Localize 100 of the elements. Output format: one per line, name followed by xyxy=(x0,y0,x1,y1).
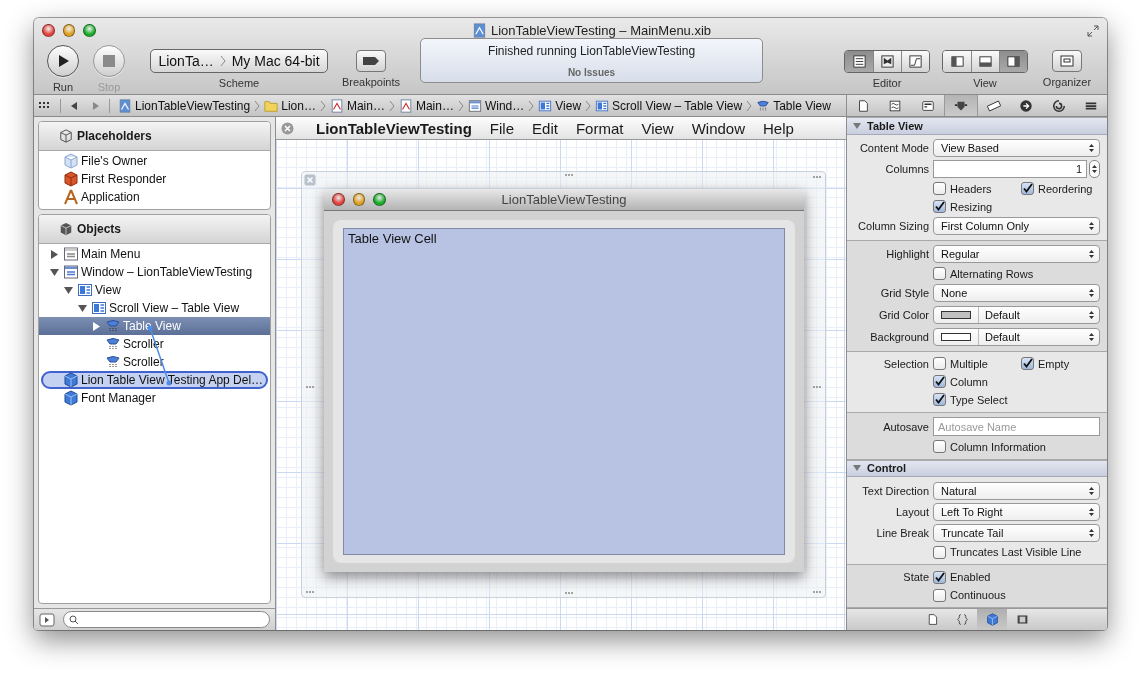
fullscreen-icon[interactable] xyxy=(1087,24,1099,37)
drop-target-row[interactable]: Lion Table View Testing App Del… xyxy=(41,371,268,389)
menu-item[interactable]: Help xyxy=(763,119,794,137)
outline-row[interactable]: Application xyxy=(39,188,270,206)
checkbox[interactable] xyxy=(933,375,946,388)
popup-button[interactable]: Left To Right xyxy=(933,502,1100,521)
scheme-popup[interactable]: LionTa… My Mac 64-bit xyxy=(150,49,328,73)
number-field[interactable]: 1 xyxy=(933,160,1087,178)
minimize-button[interactable] xyxy=(62,24,76,37)
resize-handle-icon[interactable] xyxy=(305,590,315,594)
up-down-arrows-icon xyxy=(1088,309,1095,320)
menu-item[interactable]: File xyxy=(489,119,515,137)
back-icon[interactable] xyxy=(69,100,79,111)
window-icon xyxy=(63,264,79,280)
field-label: Selection xyxy=(882,357,929,370)
resize-handle-icon[interactable] xyxy=(812,590,822,594)
stepper[interactable] xyxy=(1089,160,1100,178)
segment-button[interactable] xyxy=(971,51,999,72)
grid-icon[interactable] xyxy=(38,100,52,111)
popup-button[interactable]: Regular xyxy=(933,245,1100,263)
row-label: Scroll View – Table View xyxy=(109,301,240,315)
window-title: LionTableViewTesting xyxy=(500,192,628,207)
section-header[interactable]: Table View xyxy=(847,117,1107,135)
popup-button[interactable]: First Column Only xyxy=(933,217,1100,235)
checkbox-label: Enabled xyxy=(950,571,991,583)
run-button[interactable] xyxy=(47,45,79,77)
outline-row[interactable]: File's Owner xyxy=(39,152,270,170)
resize-handle-icon[interactable] xyxy=(563,173,574,177)
color-popup-button[interactable]: Default xyxy=(933,305,1100,324)
up-down-arrows-icon xyxy=(1088,485,1095,496)
popup-button[interactable]: Truncate Tail xyxy=(933,523,1100,542)
checkbox[interactable] xyxy=(933,267,946,280)
organizer-button[interactable] xyxy=(1052,50,1082,72)
minimize-button[interactable] xyxy=(352,193,366,206)
breadcrumb[interactable]: Table View xyxy=(756,98,831,113)
color-popup-button[interactable]: Default xyxy=(933,327,1100,346)
checkbox[interactable] xyxy=(1021,182,1034,195)
field-label: State xyxy=(902,571,929,583)
text-field[interactable]: Autosave Name xyxy=(933,417,1100,436)
outline-row[interactable]: Font Manager xyxy=(39,389,270,407)
menu-title[interactable]: LionTableViewTesting xyxy=(316,119,472,137)
outline-row[interactable]: View xyxy=(39,281,270,299)
view-icon xyxy=(77,282,93,298)
segment-button[interactable] xyxy=(999,51,1027,72)
panel-layout-icon xyxy=(949,54,965,69)
zoom-button[interactable] xyxy=(373,193,386,206)
popup-button[interactable]: Natural xyxy=(933,481,1100,500)
outline-row[interactable]: Window – LionTableViewTesting xyxy=(39,263,270,281)
checkbox[interactable] xyxy=(933,570,946,584)
view-icon xyxy=(595,98,610,113)
breadcrumb[interactable]: Scroll View – Table View xyxy=(595,98,743,113)
breadcrumb[interactable]: LionTableViewTesting xyxy=(118,98,251,113)
breadcrumb[interactable]: View xyxy=(538,98,582,113)
library-tab[interactable] xyxy=(977,609,1007,630)
close-button[interactable] xyxy=(42,24,55,37)
outline-row[interactable]: Scroll View – Table View xyxy=(39,299,270,317)
segment-button[interactable] xyxy=(943,51,971,72)
row-label: Main Menu xyxy=(81,247,141,261)
resize-handle-icon[interactable] xyxy=(563,591,574,595)
segment-button[interactable] xyxy=(845,51,873,72)
menu-item[interactable]: Window xyxy=(691,119,745,137)
breadcrumb[interactable]: Wind… xyxy=(467,98,525,113)
breakpoints-button[interactable] xyxy=(356,50,386,72)
box-icon xyxy=(63,171,79,187)
disclosure-triangle-icon xyxy=(853,464,861,473)
checkbox[interactable] xyxy=(1021,357,1034,370)
breadcrumb[interactable]: Lion… xyxy=(264,98,316,113)
breadcrumb[interactable]: Main… xyxy=(398,98,454,113)
checkbox[interactable] xyxy=(933,357,946,370)
forward-icon[interactable] xyxy=(91,100,101,111)
checkbox[interactable] xyxy=(933,588,946,602)
chevron-icon xyxy=(746,98,753,113)
checkbox[interactable] xyxy=(933,393,946,406)
checkbox[interactable] xyxy=(933,440,946,453)
popup-button[interactable]: View Based xyxy=(933,139,1100,157)
menu-item[interactable]: Edit xyxy=(532,119,558,137)
checkbox[interactable] xyxy=(933,200,946,213)
checkbox[interactable] xyxy=(933,545,946,559)
outline-row[interactable]: First Responder xyxy=(39,170,270,188)
zoom-button[interactable] xyxy=(83,24,96,37)
resize-handle-icon[interactable] xyxy=(305,384,315,389)
segment-button[interactable] xyxy=(873,51,901,72)
wavy-lines-icon xyxy=(888,98,903,113)
popup-button[interactable]: None xyxy=(933,284,1100,302)
inspector-tab[interactable] xyxy=(943,95,978,116)
chevron-icon xyxy=(585,98,592,113)
menu-item[interactable]: Format xyxy=(575,119,624,137)
resize-handle-icon[interactable] xyxy=(812,175,822,179)
wire-cube-icon xyxy=(63,153,79,169)
row-label: First Responder xyxy=(81,172,167,186)
resize-handle-icon[interactable] xyxy=(812,384,822,389)
search-field[interactable] xyxy=(63,611,270,628)
checkbox[interactable] xyxy=(933,182,946,195)
add-icon[interactable] xyxy=(39,612,55,627)
close-button[interactable] xyxy=(332,193,345,206)
breadcrumb[interactable]: Main… xyxy=(329,98,385,113)
outline-row[interactable]: Main Menu xyxy=(39,245,270,263)
checkbox-label: Reordering xyxy=(1038,182,1093,195)
menu-item[interactable]: View xyxy=(641,119,674,137)
close-icon[interactable] xyxy=(281,121,294,135)
